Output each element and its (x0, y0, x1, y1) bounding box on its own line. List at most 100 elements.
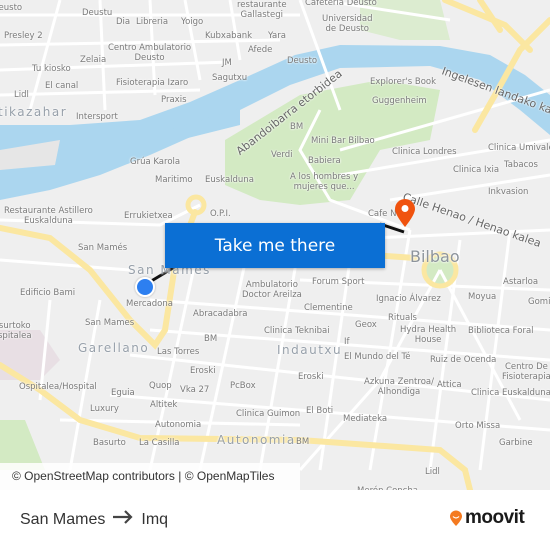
map-label: Deustu (82, 8, 113, 18)
route-summary: San Mames Imq (20, 510, 168, 529)
map-label: Clinica Teknibai (264, 326, 330, 336)
map-label: Clinica Londres (392, 147, 457, 157)
map-label: Ambulatorio Doctor Areilza (242, 280, 302, 300)
map-label: Quop (149, 381, 172, 391)
map-label: Praxis (161, 95, 187, 105)
map-label: Altitek (150, 400, 178, 410)
map-label: Eroski (190, 366, 216, 376)
map-label: JM (222, 58, 232, 68)
map-label: A los hombres y mujeres que... (290, 172, 359, 192)
origin-name: San Mames (20, 510, 106, 528)
map-label: Edificio Bami (20, 288, 76, 298)
map-label: Intersport (76, 112, 118, 122)
map-label: Mediateka (343, 414, 388, 424)
map-label: Restaurante Astillero Euskalduna (4, 206, 93, 226)
map-label: Afede (248, 45, 273, 55)
map-label: Babiera (308, 156, 341, 166)
map-label: Guggenheim (372, 96, 427, 106)
map-label: San Mames (85, 318, 135, 328)
map-label: La Casilla (139, 438, 180, 448)
map-label: Eguia (111, 388, 135, 398)
destination-name: Imq (141, 510, 169, 528)
map-label: Maritimo (155, 175, 193, 185)
map-label: O.P.I. (210, 209, 231, 219)
map-label: Kubxabank (205, 31, 253, 41)
map-label: Libreria (136, 17, 169, 27)
map-label: Tu kiosko (32, 64, 71, 74)
map-label: Autonomia (155, 420, 202, 430)
map-label: Lidl (14, 90, 29, 100)
footer: San Mames Imq moovit (0, 490, 550, 550)
take-me-there-label: Take me there (214, 235, 336, 256)
map-label: Clinica Ixia (453, 165, 500, 175)
map-attribution[interactable]: © OpenStreetMap contributors | © OpenMap… (0, 463, 300, 490)
district-label: Autonomia (217, 433, 296, 447)
map-label: restaurante Gallastegi (237, 0, 287, 20)
map[interactable]: Deusto DeustuDia Libreria Yoigo restaurante … (0, 0, 550, 490)
map-label: Centro De Fisioterapia (502, 362, 550, 382)
map-label: Moyua (468, 292, 497, 302)
map-label: San Mamés (78, 243, 128, 253)
map-label: Garbine (499, 438, 533, 448)
map-label: Mercadona (126, 299, 173, 309)
map-label: Cafeteria Deusto (305, 0, 377, 8)
map-label: Forum Sport (312, 277, 365, 287)
map-label: surtoko spitalea (0, 321, 32, 341)
map-label: Clinica Guimon (236, 409, 301, 419)
district-label: tikazahar (0, 105, 68, 119)
take-me-there-button[interactable]: Take me there (165, 223, 385, 268)
map-label: Ruiz de Ocenda (430, 355, 497, 365)
map-label: El Mundo del Té (344, 352, 411, 362)
city-label: Bilbao (410, 247, 460, 266)
map-label: Sagutxu (212, 73, 248, 83)
map-label: Hydra Health House (400, 325, 457, 345)
map-label: Lidl (425, 467, 440, 477)
map-label: Basurto (93, 438, 126, 448)
map-label: Inkvasion (488, 187, 529, 197)
map-label: Deusto (0, 3, 23, 13)
map-label: Yara (268, 31, 286, 41)
map-label: Abracadabra (193, 309, 248, 319)
map-label: Presley 2 (4, 31, 43, 41)
map-label: Universidad de Deusto (322, 14, 373, 34)
map-label: Fisioterapia Izaro (116, 78, 189, 88)
map-label: If (344, 337, 350, 347)
map-label: BM (290, 122, 304, 132)
map-label: Astarloa (503, 277, 539, 287)
arrow-right-icon (112, 510, 134, 529)
map-label: Ospitalea/Hospital (19, 382, 97, 392)
map-label: Las Torres (157, 347, 200, 357)
map-label: Tabacos (504, 160, 538, 170)
map-label: El canal (45, 81, 79, 91)
district-label: Garellano (78, 341, 150, 355)
moovit-logo: moovit (449, 507, 525, 529)
map-label: Geox (355, 320, 377, 330)
map-label: Ignacio Álvarez (376, 294, 441, 304)
map-label: Mini Bar Bilbao (311, 136, 375, 146)
map-label: Eroski (298, 372, 324, 382)
map-label: BM (204, 334, 218, 344)
map-label: Clementine (304, 303, 353, 313)
origin-marker[interactable] (135, 277, 155, 297)
district-label: Indautxu (277, 343, 343, 357)
moovit-pin-icon (450, 510, 462, 526)
map-label: Clinica Euskalduna (471, 388, 550, 398)
map-label: Clinica Umivale (488, 143, 550, 153)
map-label: Attica (437, 380, 462, 390)
map-label: Luxury (90, 404, 119, 414)
map-label: PcBox (230, 381, 256, 391)
map-label: BM (296, 437, 310, 447)
map-label: El Boti (306, 406, 334, 416)
map-label: Explorer's Book (370, 77, 437, 87)
map-label: Azkuna Zentroa/ Alhondiga (364, 377, 434, 397)
map-label: Rituals (388, 313, 417, 323)
map-label: Vka 27 (180, 385, 210, 395)
map-label: Euskalduna (205, 175, 254, 185)
map-label: Orto Missa (455, 421, 501, 431)
map-label: Grúa Karola (130, 157, 181, 167)
map-label: Deusto (287, 56, 318, 66)
map-label: Errukietxea (124, 211, 173, 221)
map-label: Zelaia (80, 55, 107, 65)
map-label: Dia (116, 17, 131, 27)
map-label: Biblioteca Foral (468, 326, 534, 336)
